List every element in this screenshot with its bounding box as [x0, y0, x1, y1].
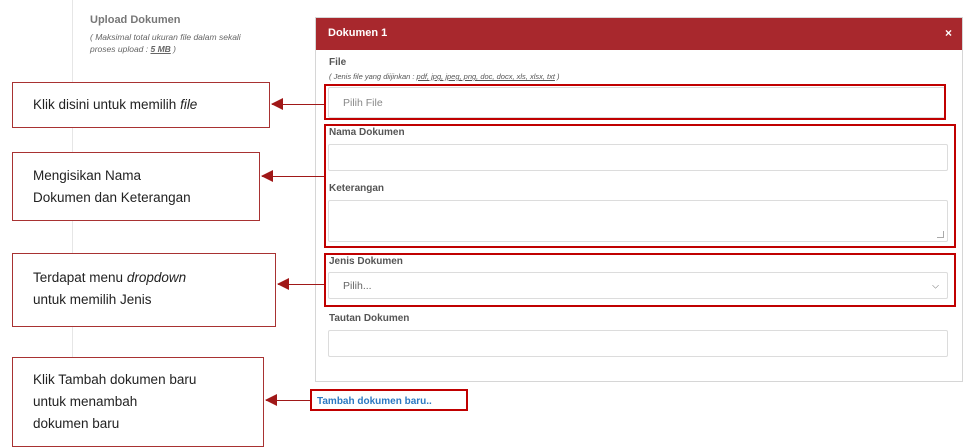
file-label: File	[329, 57, 347, 68]
close-icon[interactable]: ×	[945, 26, 952, 40]
arrow-left-icon	[271, 98, 324, 110]
callout-nama-line1: Mengisikan Nama	[33, 168, 142, 183]
callout-jenis-line2: untuk memilih Jenis	[33, 292, 152, 307]
highlight-nama-keterangan	[324, 124, 956, 248]
modal-title: Dokumen 1	[328, 27, 388, 39]
upload-note-size: 5 MB	[150, 44, 171, 54]
callout-file-emph: file	[180, 97, 198, 112]
upload-note-line1: ( Maksimal total ukuran file dalam sekal…	[90, 32, 241, 42]
file-type-hint: ( Jenis file yang diijinkan : pdf, jpg, …	[329, 72, 560, 81]
upload-note-suffix: )	[170, 44, 176, 54]
upload-note-prefix: proses upload :	[90, 44, 151, 54]
upload-dokumen-label: Upload Dokumen	[90, 14, 181, 26]
file-hint-prefix: ( Jenis file yang diijinkan :	[329, 72, 417, 81]
file-hint-suffix: )	[554, 72, 560, 81]
callout-file: Klik disini untuk memilih file	[12, 82, 270, 128]
callout-tambah-line1: Klik Tambah dokumen baru	[33, 372, 197, 387]
arrow-left-icon	[277, 278, 324, 290]
tambah-dokumen-link[interactable]: Tambah dokumen baru..	[317, 396, 432, 407]
arrow-left-icon	[265, 394, 310, 406]
callout-tambah: Klik Tambah dokumen baru untuk menambah …	[12, 357, 264, 447]
callout-tambah-line3: dokumen baru	[33, 416, 120, 431]
callout-jenis: Terdapat menu dropdown untuk memilih Jen…	[12, 253, 276, 327]
callout-jenis-emph: dropdown	[126, 270, 187, 285]
highlight-jenis	[324, 253, 956, 307]
callout-nama: Mengisikan Nama Dokumen dan Keterangan	[12, 152, 260, 221]
callout-jenis-prefix: Terdapat menu	[33, 270, 127, 285]
callout-tambah-line2: untuk menambah	[33, 394, 138, 409]
upload-size-note: ( Maksimal total ukuran file dalam sekal…	[90, 31, 280, 55]
highlight-file	[324, 84, 946, 120]
callout-file-text: Klik disini untuk memilih	[33, 97, 181, 112]
modal-header: Dokumen 1 ×	[316, 18, 962, 50]
file-hint-types: pdf, jpg, jpeg, png, doc, docx, xls, xls…	[416, 72, 555, 81]
callout-nama-line2: Dokumen dan Keterangan	[33, 190, 191, 205]
tautan-dokumen-label: Tautan Dokumen	[329, 313, 410, 324]
arrow-left-icon	[261, 170, 324, 182]
tautan-dokumen-input[interactable]	[328, 330, 948, 357]
